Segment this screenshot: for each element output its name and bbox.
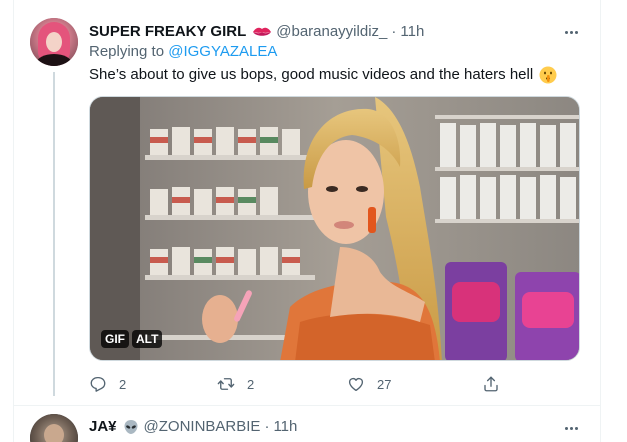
like-button[interactable]: 27	[347, 372, 391, 396]
timeline-border-right	[600, 0, 601, 442]
user-handle[interactable]: @baranayyildiz_	[276, 22, 387, 42]
display-name[interactable]: JA¥	[89, 417, 117, 437]
avatar[interactable]	[30, 414, 78, 442]
retweet-button[interactable]: 2	[217, 372, 254, 396]
replying-prefix: Replying to	[89, 43, 165, 60]
next-tweet-header: JA¥ @ZONINBARBIE · 11h	[89, 417, 297, 437]
tweet-text-content: She’s about to give us bops, good music …	[89, 66, 534, 83]
reply-icon	[89, 375, 107, 393]
share-button[interactable]	[482, 372, 500, 396]
gif-media[interactable]	[89, 96, 580, 361]
retweet-icon	[217, 375, 235, 393]
thread-connector-line	[53, 72, 55, 396]
more-options-icon[interactable]	[561, 24, 581, 40]
replying-to-link[interactable]: @IGGYAZALEA	[168, 43, 277, 60]
more-options-icon[interactable]	[561, 420, 581, 436]
lips-icon	[252, 26, 272, 38]
heart-icon	[347, 375, 365, 393]
reply-button[interactable]: 2	[89, 372, 126, 396]
alien-icon	[123, 419, 139, 435]
avatar[interactable]	[30, 18, 78, 66]
timeline-border-left	[13, 0, 14, 442]
share-icon	[482, 375, 500, 393]
shushing-face-emoji	[539, 66, 557, 84]
gif-badge: GIF	[101, 330, 129, 348]
tweet-actions: 2 2 27	[89, 372, 509, 396]
tweet-text: She’s about to give us bops, good music …	[89, 65, 557, 85]
user-handle[interactable]: @ZONINBARBIE	[144, 417, 261, 437]
separator-dot: ·	[391, 23, 397, 40]
tweet-divider	[14, 405, 600, 406]
like-count: 27	[377, 376, 392, 392]
tweet-header: SUPER FREAKY GIRL @baranayyildiz_ · 11h	[89, 22, 424, 42]
display-name[interactable]: SUPER FREAKY GIRL	[89, 22, 246, 42]
separator-dot: ·	[264, 418, 270, 435]
replying-to: Replying to @IGGYAZALEA	[89, 42, 277, 62]
timestamp[interactable]: 11h	[273, 417, 297, 437]
reply-count: 2	[119, 376, 127, 392]
retweet-count: 2	[247, 376, 255, 392]
alt-text-badge[interactable]: ALT	[132, 330, 163, 348]
timestamp[interactable]: 11h	[400, 22, 424, 42]
